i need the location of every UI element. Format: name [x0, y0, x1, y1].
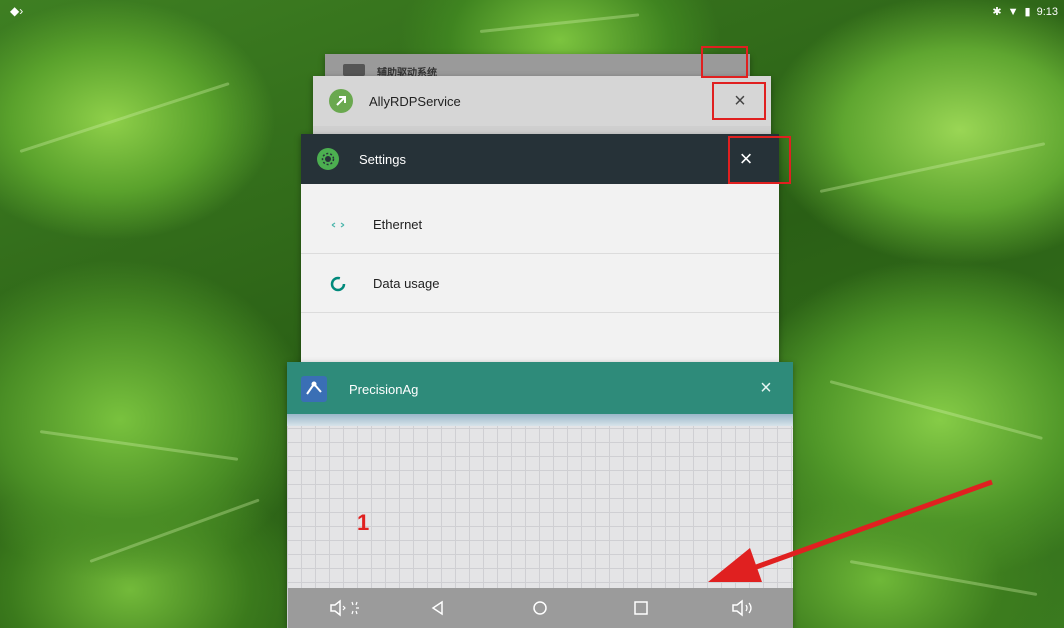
settings-diamond-icon: ◆›: [10, 4, 24, 18]
navigation-bar: [288, 588, 793, 628]
volume-up-icon: [732, 599, 752, 617]
step-number-label: 1: [357, 510, 370, 535]
highlight-close-system: [701, 46, 748, 78]
card-title: PrecisionAg: [349, 382, 419, 397]
back-button[interactable]: [418, 588, 458, 628]
volume-down-icon: [330, 599, 359, 617]
settings-gear-icon: [317, 148, 339, 170]
status-time: 9:13: [1036, 5, 1058, 18]
home-button[interactable]: [520, 588, 560, 628]
card-title: Settings: [359, 152, 406, 167]
precisionag-app-icon: [301, 376, 327, 402]
highlight-close-settings: [728, 136, 791, 184]
ethernet-icon: [329, 216, 347, 234]
settings-item-data-usage[interactable]: Data usage: [301, 255, 779, 313]
card-title: AllyRDPService: [369, 94, 461, 109]
ally-app-icon: [329, 89, 353, 113]
highlight-close-ally: [712, 82, 766, 120]
status-bar: ◆› ✱ ▼ ▮ 9:13: [0, 0, 1064, 24]
volume-up-button[interactable]: [720, 588, 770, 628]
settings-item-ethernet[interactable]: Ethernet: [301, 196, 779, 254]
back-triangle-icon: [431, 600, 443, 616]
wifi-icon: ▼: [1007, 5, 1019, 18]
app-icon: [343, 64, 365, 76]
recents-square-icon: [634, 601, 648, 615]
bluetooth-icon: ✱: [992, 6, 1002, 18]
volume-down-button[interactable]: [318, 588, 378, 628]
card-header: AllyRDPService ×: [313, 76, 771, 126]
card-header: Settings ×: [301, 134, 779, 184]
close-precisionag-button[interactable]: ×: [753, 375, 779, 401]
card-header: PrecisionAg ×: [287, 362, 793, 414]
battery-icon: ▮: [1024, 6, 1031, 18]
status-icons: ✱ ▼ ▮ 9:13: [992, 5, 1058, 19]
recents-button[interactable]: [621, 588, 661, 628]
settings-item-label: Ethernet: [373, 217, 423, 232]
pointer-arrow-icon: [708, 479, 993, 582]
precisionag-toolbar-preview: [287, 414, 793, 426]
recent-card-settings[interactable]: Settings × Ethernet Data usage: [301, 134, 779, 394]
data-usage-icon: [329, 275, 347, 293]
settings-item-label: Data usage: [373, 276, 440, 291]
home-circle-icon: [533, 601, 547, 615]
